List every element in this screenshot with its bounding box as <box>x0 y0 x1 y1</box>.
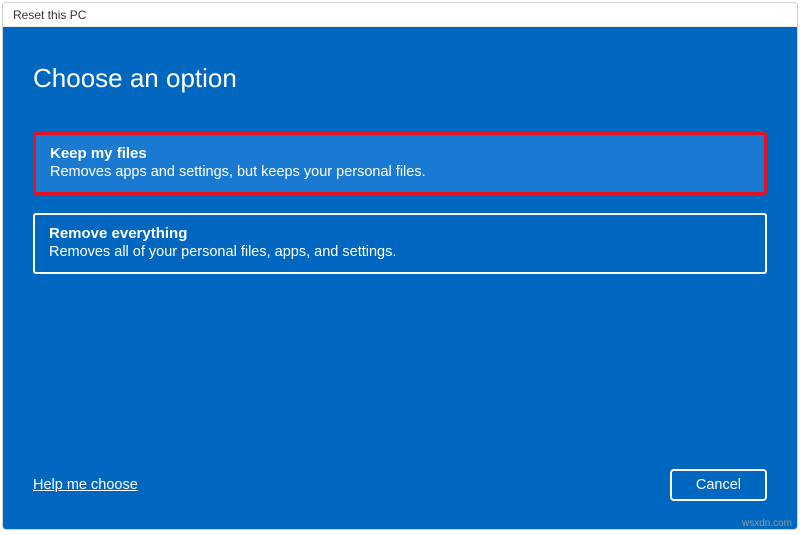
reset-pc-window: Reset this PC Choose an option Keep my f… <box>2 2 798 530</box>
option-remove-everything-title: Remove everything <box>49 225 751 242</box>
window-titlebar: Reset this PC <box>3 3 797 27</box>
options-list: Keep my files Removes apps and settings,… <box>33 132 767 274</box>
help-me-choose-link[interactable]: Help me choose <box>33 477 138 493</box>
option-keep-files[interactable]: Keep my files Removes apps and settings,… <box>33 132 767 195</box>
dialog-content: Choose an option Keep my files Removes a… <box>3 27 797 529</box>
option-remove-everything[interactable]: Remove everything Removes all of your pe… <box>33 213 767 274</box>
cancel-button[interactable]: Cancel <box>670 469 767 501</box>
option-remove-everything-desc: Removes all of your personal files, apps… <box>49 244 751 260</box>
watermark-text: wsxdn.com <box>742 518 792 529</box>
page-heading: Choose an option <box>33 63 767 94</box>
dialog-footer: Help me choose Cancel <box>33 469 767 501</box>
option-keep-files-desc: Removes apps and settings, but keeps you… <box>50 164 750 180</box>
window-title: Reset this PC <box>13 8 86 22</box>
option-keep-files-title: Keep my files <box>50 145 750 162</box>
